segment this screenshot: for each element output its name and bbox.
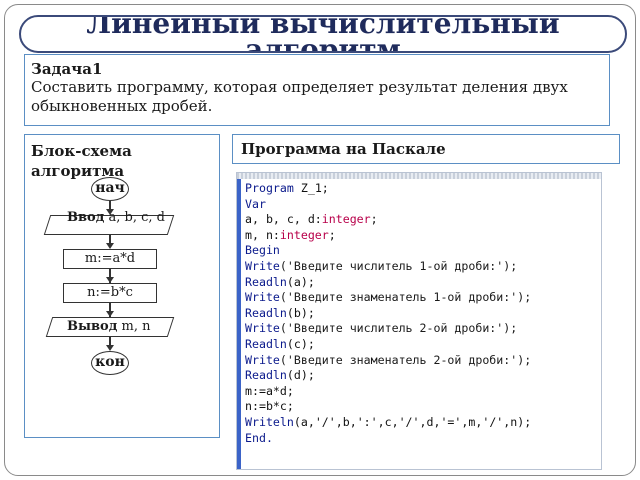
step1-label: m:=a*d <box>84 251 136 266</box>
task-text: Составить программу, которая определяет … <box>31 78 568 115</box>
code-token: a, b, c, d: <box>245 212 322 227</box>
code-token: integer <box>321 212 371 227</box>
code-token: End. <box>245 430 273 445</box>
editor-gutter <box>237 179 241 469</box>
code-line: Program Z_1; <box>245 181 599 197</box>
step2-label: n:=b*c <box>87 285 133 300</box>
pascal-code: Program Z_1; Var a, b, c, d:integer; m, n:i… <box>245 181 599 446</box>
code-line: End. <box>245 431 599 447</box>
code-token: n:=b*c; <box>245 399 294 414</box>
end-terminal: кон <box>91 351 129 375</box>
code-token: Readln <box>245 336 287 351</box>
code-line: a, b, c, d:integer; <box>245 212 599 228</box>
input-vars: a, b, c, d <box>108 210 165 225</box>
code-line: m:=a*d; <box>245 384 599 400</box>
end-label: кон <box>95 354 125 370</box>
code-token: Readln <box>245 305 287 320</box>
code-token: Readln <box>245 368 287 383</box>
code-token: ; <box>370 212 378 227</box>
code-token: Writeln <box>245 414 294 429</box>
code-token: Program <box>245 181 294 195</box>
code-token: (d); <box>286 368 315 383</box>
slide-title: Линейный вычислительный алгоритм <box>86 15 560 53</box>
code-line: Readln(d); <box>245 368 599 384</box>
code-token: ; <box>328 227 336 242</box>
code-token: (a,'/',b,':',c,'/',d,'=',m,'/',n); <box>293 414 532 429</box>
code-token: Z_1; <box>293 181 329 195</box>
code-token: (c); <box>286 336 315 351</box>
code-line: Writeln(a,'/',b,':',c,'/',d,'=',m,'/',n)… <box>245 415 599 431</box>
code-token: ('Введите знаменатель 2-ой дроби:'); <box>279 352 532 367</box>
task-title: Задача1 <box>31 60 103 78</box>
code-token: ('Введите числитель 1-ой дроби:'); <box>279 258 518 273</box>
start-terminal: нач <box>91 177 129 201</box>
pascal-title: Программа на Паскале <box>241 140 446 158</box>
title-banner: Линейный вычислительный алгоритм <box>19 15 627 53</box>
code-token: Readln <box>245 274 287 289</box>
process-block-n: n:=b*c <box>63 283 157 303</box>
code-editor: Program Z_1; Var a, b, c, d:integer; m, n:i… <box>236 172 602 470</box>
code-line: Write('Введите числитель 1-ой дроби:'); <box>245 259 599 275</box>
flowchart: нач Ввод a, b, c, d m:=a*d n:=b*c Вывод … <box>25 135 221 439</box>
code-line: m, n:integer; <box>245 228 599 244</box>
code-line: Var <box>245 197 599 213</box>
code-token: integer <box>279 227 329 242</box>
code-token: ('Введите знаменатель 1-ой дроби:'); <box>279 290 532 305</box>
process-block-m: m:=a*d <box>63 249 157 269</box>
output-vars: m, n <box>121 319 151 334</box>
code-token: (b); <box>286 305 315 320</box>
pascal-panel-header: Программа на Паскале <box>232 134 620 164</box>
code-token: Write <box>245 321 280 336</box>
code-token: Write <box>245 290 280 305</box>
code-line: Write('Введите знаменатель 1-ой дроби:')… <box>245 290 599 306</box>
code-token: Write <box>245 258 280 273</box>
code-token: Begin <box>245 243 280 258</box>
flowchart-panel: Блок-схема алгоритма нач Ввод a, b, c, d… <box>24 134 220 438</box>
task-panel: Задача1 Составить программу, которая опр… <box>24 54 610 126</box>
code-line: Write('Введите знаменатель 2-ой дроби:')… <box>245 353 599 369</box>
code-token: Var <box>245 196 266 211</box>
code-token: Write <box>245 352 280 367</box>
output-label: Вывод m, n <box>67 320 151 334</box>
code-token: m:=a*d; <box>245 383 294 398</box>
start-label: нач <box>95 180 125 196</box>
editor-ruler <box>237 173 601 179</box>
code-token: ('Введите числитель 2-ой дроби:'); <box>279 321 518 336</box>
code-line: Write('Введите числитель 2-ой дроби:'); <box>245 321 599 337</box>
code-line: Readln(a); <box>245 275 599 291</box>
code-token: m, n: <box>245 227 280 242</box>
code-line: Begin <box>245 243 599 259</box>
code-line: Readln(c); <box>245 337 599 353</box>
code-line: Readln(b); <box>245 306 599 322</box>
input-keyword: Ввод <box>67 210 105 225</box>
code-line: n:=b*c; <box>245 399 599 415</box>
output-keyword: Вывод <box>67 319 118 334</box>
code-token: (a); <box>286 274 315 289</box>
input-label: Ввод a, b, c, d <box>67 211 165 225</box>
